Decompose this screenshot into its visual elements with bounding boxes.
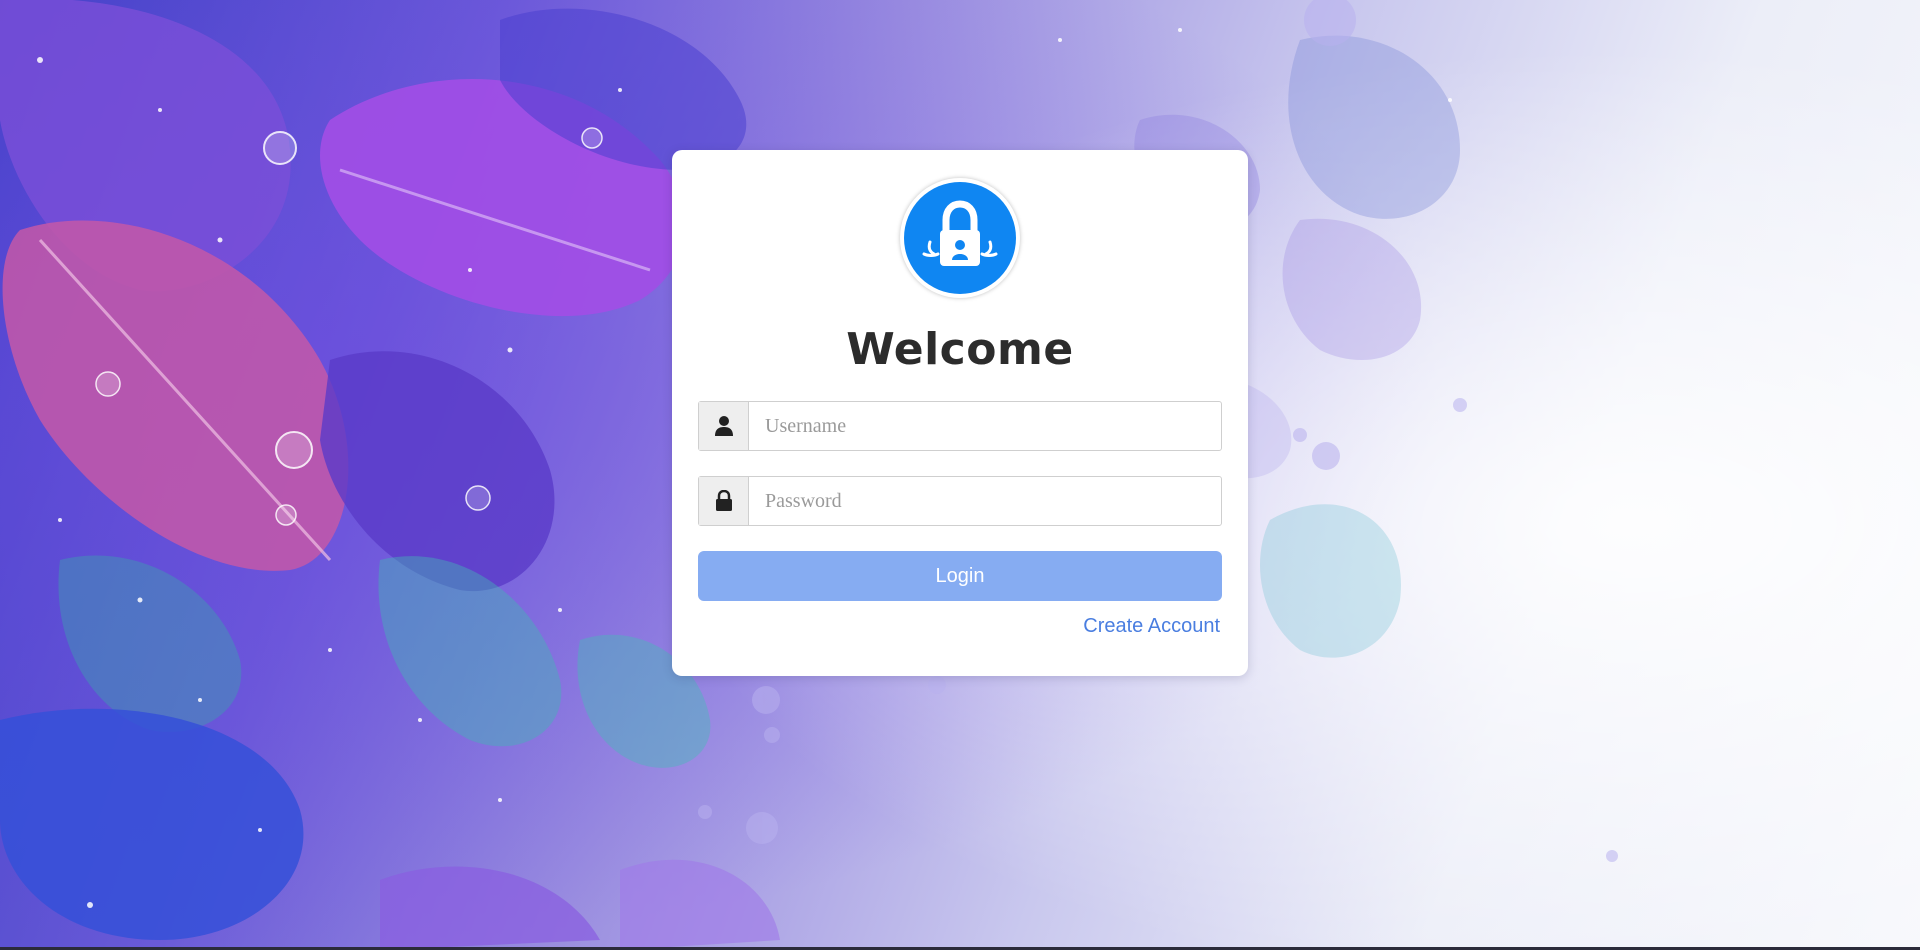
user-icon	[699, 402, 749, 450]
create-account-link[interactable]: Create Account	[1083, 615, 1220, 638]
username-input[interactable]	[749, 402, 1221, 450]
lock-icon	[699, 477, 749, 525]
username-field[interactable]	[698, 401, 1222, 451]
page-title: Welcome	[846, 324, 1074, 375]
login-page: Welcome Login Create Account	[0, 0, 1920, 950]
login-button[interactable]: Login	[698, 551, 1222, 601]
logo-badge	[900, 178, 1020, 298]
password-field[interactable]	[698, 476, 1222, 526]
password-input[interactable]	[749, 477, 1221, 525]
padlock-icon	[904, 182, 1016, 294]
login-card: Welcome Login Create Account	[672, 150, 1248, 676]
